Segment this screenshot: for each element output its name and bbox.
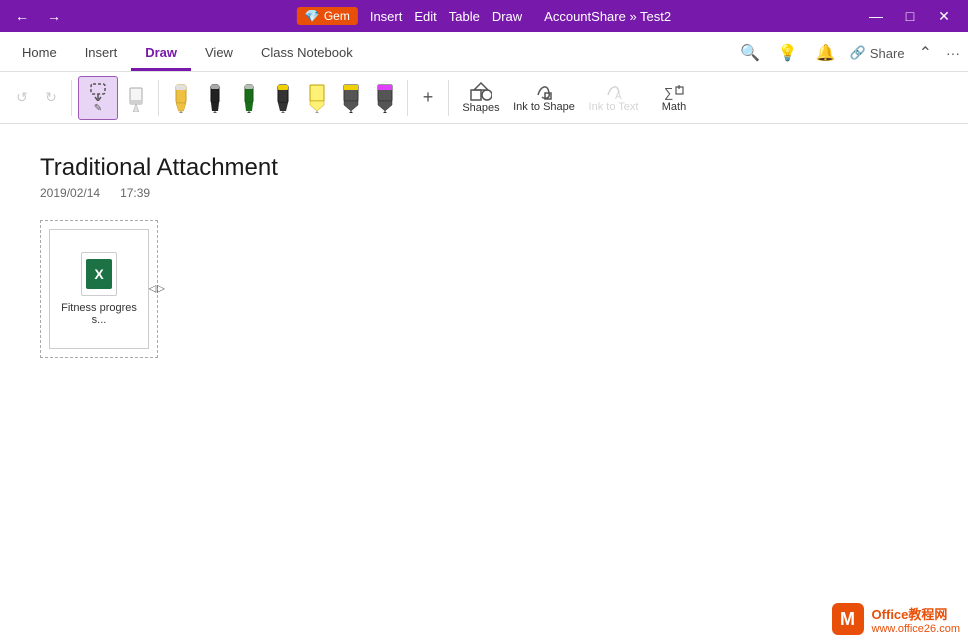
watermark-text: Office教程网 www.office26.com bbox=[872, 604, 960, 635]
search-icon[interactable]: 🔍 bbox=[736, 41, 764, 65]
shapes-label: Shapes bbox=[462, 102, 499, 114]
title-menu-insert[interactable]: Insert bbox=[364, 9, 409, 24]
shapes-icon bbox=[470, 82, 492, 102]
math-button[interactable]: ∑ Math bbox=[648, 76, 700, 120]
draw-toolbar: ↺ ↻ ✎ bbox=[0, 72, 968, 124]
page-content: Traditional Attachment 2019/02/14 17:39 … bbox=[0, 124, 968, 388]
tab-view[interactable]: View bbox=[191, 39, 247, 71]
title-menu-edit[interactable]: Edit bbox=[408, 9, 442, 24]
ink-to-shape-icon bbox=[535, 83, 553, 101]
attachment-container[interactable]: ◁ ▷ X Fitness progress... bbox=[40, 220, 158, 358]
lasso-select-button[interactable]: ✎ bbox=[78, 76, 118, 120]
svg-text:A: A bbox=[615, 91, 622, 101]
ink-to-text-label: Ink to Text bbox=[589, 101, 639, 113]
highlighter-2-icon bbox=[340, 83, 362, 113]
page-title: Traditional Attachment bbox=[40, 154, 928, 182]
eraser-icon bbox=[126, 84, 146, 112]
resize-left-arrow: ◁ bbox=[149, 284, 157, 295]
math-icon-row: ∑ bbox=[663, 83, 685, 101]
ink-to-text-button[interactable]: A Ink to Text bbox=[581, 76, 646, 120]
title-bar: ← → 💎 Gem Insert Edit Table Draw Account… bbox=[0, 0, 968, 32]
pen-1-button[interactable] bbox=[165, 76, 197, 120]
highlighter-2-button[interactable] bbox=[335, 76, 367, 120]
ink-to-shape-label: Ink to Shape bbox=[513, 101, 575, 113]
tab-home[interactable]: Home bbox=[8, 39, 71, 71]
highlighter-1-icon bbox=[306, 83, 328, 113]
window-controls: — □ ✕ bbox=[860, 2, 960, 30]
more-options-icon[interactable]: ··· bbox=[946, 45, 960, 61]
eraser-button[interactable] bbox=[120, 76, 152, 120]
share-icon: 🔗 bbox=[850, 45, 866, 61]
title-bar-left: ← → bbox=[8, 2, 68, 30]
maximize-button[interactable]: □ bbox=[894, 2, 926, 30]
ink-to-text-icon-row: A bbox=[605, 83, 623, 101]
math-icon: ∑ bbox=[663, 83, 685, 101]
title-bar-center: 💎 Gem Insert Edit Table Draw AccountShar… bbox=[297, 7, 671, 25]
redo-button[interactable]: ↻ bbox=[37, 84, 65, 112]
minimize-button[interactable]: — bbox=[860, 2, 892, 30]
pen-1-icon bbox=[171, 83, 191, 113]
page-time: 17:39 bbox=[120, 186, 150, 200]
math-label: Math bbox=[662, 101, 686, 113]
app-window: ← → 💎 Gem Insert Edit Table Draw Account… bbox=[0, 0, 968, 643]
shapes-button[interactable]: Shapes bbox=[455, 76, 507, 120]
watermark-logo-icon: M bbox=[840, 609, 855, 630]
watermark-site-name: Office教程网 bbox=[872, 604, 960, 623]
title-menu-table[interactable]: Table bbox=[443, 9, 486, 24]
title-menu: Insert Edit Table Draw bbox=[364, 9, 528, 24]
highlighter-3-button[interactable] bbox=[369, 76, 401, 120]
undo-button[interactable]: ↺ bbox=[8, 84, 36, 112]
undo-redo-group: ↺ ↻ bbox=[8, 84, 65, 112]
share-button[interactable]: 🔗 Share bbox=[850, 45, 905, 61]
page-date: 2019/02/14 bbox=[40, 186, 100, 200]
excel-letter: X bbox=[86, 259, 112, 289]
svg-text:∑: ∑ bbox=[664, 85, 673, 100]
watermark-logo: M bbox=[832, 603, 864, 635]
lasso-label: ✎ bbox=[94, 103, 102, 114]
back-button[interactable]: ← bbox=[8, 2, 36, 30]
attachment-file[interactable]: X Fitness progress... bbox=[49, 229, 149, 349]
tabs-right-actions: 🔍 💡 🔔 🔗 Share ⌃ ··· bbox=[736, 41, 960, 71]
tab-insert[interactable]: Insert bbox=[71, 39, 132, 71]
add-tool-button[interactable]: + bbox=[414, 84, 442, 112]
ink-to-shape-button[interactable]: Ink to Shape bbox=[509, 76, 579, 120]
pen-3-icon bbox=[239, 83, 259, 113]
forward-button[interactable]: → bbox=[40, 2, 68, 30]
pen-4-icon bbox=[273, 83, 293, 113]
notifications-icon[interactable]: 🔔 bbox=[812, 41, 840, 65]
gem-icon: 💎 bbox=[305, 9, 320, 23]
pen-3-button[interactable] bbox=[233, 76, 265, 120]
resize-handle[interactable]: ◁ ▷ bbox=[149, 284, 165, 295]
separator-4 bbox=[448, 80, 449, 116]
highlighter-3-icon bbox=[374, 83, 396, 113]
watermark: M Office教程网 www.office26.com bbox=[832, 603, 960, 635]
lightbulb-icon[interactable]: 💡 bbox=[774, 41, 802, 65]
file-name: Fitness progress... bbox=[58, 302, 140, 326]
gem-button[interactable]: 💎 Gem bbox=[297, 7, 358, 25]
pen-4-button[interactable] bbox=[267, 76, 299, 120]
ink-to-text-icon: A bbox=[605, 83, 623, 101]
content-area: Traditional Attachment 2019/02/14 17:39 … bbox=[0, 124, 968, 643]
highlighter-1-button[interactable] bbox=[301, 76, 333, 120]
watermark-url: www.office26.com bbox=[872, 623, 960, 635]
gem-label: Gem bbox=[324, 9, 350, 23]
collapse-ribbon-icon[interactable]: ⌃ bbox=[915, 41, 936, 65]
excel-file-icon: X bbox=[81, 252, 117, 296]
separator-3 bbox=[407, 80, 408, 116]
page-meta: 2019/02/14 17:39 bbox=[40, 186, 928, 200]
share-label: Share bbox=[870, 46, 905, 61]
lasso-icon bbox=[88, 81, 108, 101]
ink-to-shape-icon-row bbox=[535, 83, 553, 101]
title-text: AccountShare » Test2 bbox=[544, 9, 671, 24]
close-button[interactable]: ✕ bbox=[928, 2, 960, 30]
separator-2 bbox=[158, 80, 159, 116]
title-menu-draw[interactable]: Draw bbox=[486, 9, 528, 24]
separator-1 bbox=[71, 80, 72, 116]
resize-right-arrow: ▷ bbox=[157, 284, 165, 295]
ribbon-tabs: Home Insert Draw View Class Notebook 🔍 💡… bbox=[0, 32, 968, 72]
pen-2-button[interactable] bbox=[199, 76, 231, 120]
tab-draw[interactable]: Draw bbox=[131, 39, 191, 71]
pen-2-icon bbox=[205, 83, 225, 113]
tab-class-notebook[interactable]: Class Notebook bbox=[247, 39, 367, 71]
